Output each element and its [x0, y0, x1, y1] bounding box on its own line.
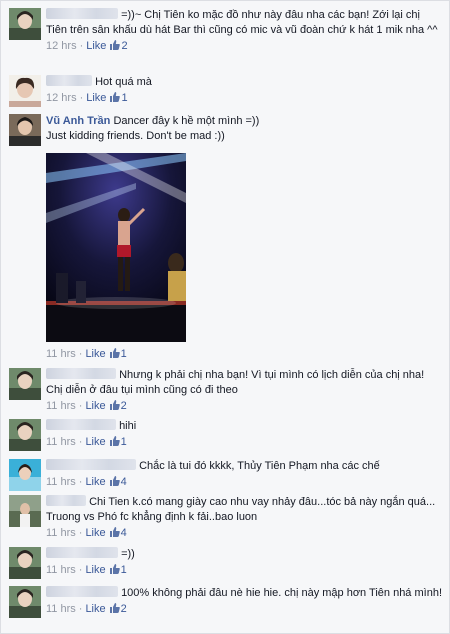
thumbs-up-icon	[109, 564, 120, 574]
avatar[interactable]	[9, 419, 41, 451]
avatar[interactable]	[9, 586, 41, 618]
comment-meta: 11 hrs · Like 1	[46, 564, 127, 576]
timestamp[interactable]: 11 hrs	[46, 527, 76, 539]
like-button[interactable]: Like	[85, 476, 105, 488]
thumbs-up-icon	[110, 40, 121, 50]
commenter-name[interactable]	[46, 75, 92, 86]
like-count[interactable]: 1	[121, 564, 127, 576]
timestamp[interactable]: 12 hrs	[46, 92, 77, 104]
like-button[interactable]: Like	[86, 92, 106, 104]
comment-meta: 12 hrs · Like 2	[46, 40, 128, 52]
thumbs-up-icon	[109, 527, 120, 537]
thumbs-up-icon	[109, 436, 120, 446]
attached-photo[interactable]	[46, 153, 186, 342]
avatar[interactable]	[9, 75, 41, 107]
like-button[interactable]: Like	[85, 348, 105, 360]
commenter-name[interactable]: Vũ Anh Trần	[46, 115, 110, 127]
commenter-name[interactable]	[46, 586, 118, 597]
like-count[interactable]: 4	[121, 527, 127, 539]
comment-text-line2: Just kidding friends. Don't be mad :))	[46, 130, 225, 142]
like-count[interactable]: 1	[121, 348, 127, 360]
avatar[interactable]	[9, 495, 41, 527]
thumbs-up-icon	[109, 348, 120, 358]
comment-text: 100% không phải đâu nè hie hie. chị này …	[121, 587, 442, 599]
like-count[interactable]: 2	[121, 40, 127, 52]
commenter-name[interactable]	[46, 419, 116, 430]
avatar[interactable]	[9, 114, 41, 146]
comment-text: Chi Tien k.có mang giày cao nhu vay nhảy…	[46, 496, 436, 523]
like-button[interactable]: Like	[85, 527, 105, 539]
avatar[interactable]	[9, 368, 41, 400]
timestamp[interactable]: 11 hrs	[46, 436, 76, 448]
avatar[interactable]	[9, 8, 41, 40]
commenter-name[interactable]	[46, 8, 118, 19]
comment-text: Dancer đây k hề một mình =))	[113, 115, 260, 127]
timestamp[interactable]: 12 hrs	[46, 40, 77, 52]
comment-meta: 12 hrs · Like 1	[46, 92, 128, 104]
timestamp[interactable]: 11 hrs	[46, 476, 76, 488]
timestamp[interactable]: 11 hrs	[46, 400, 76, 412]
commenter-name[interactable]	[46, 459, 136, 470]
like-button[interactable]: Like	[85, 400, 105, 412]
thumbs-up-icon	[109, 476, 120, 486]
commenter-name[interactable]	[46, 547, 118, 558]
avatar[interactable]	[9, 459, 41, 491]
like-button[interactable]: Like	[85, 564, 105, 576]
comment: Vũ Anh Trần Dancer đây k hề một mình =))…	[9, 114, 443, 364]
comment-text: hihi	[119, 420, 137, 432]
comment-meta: 11 hrs · Like 2	[46, 400, 127, 412]
commenter-name[interactable]	[46, 495, 86, 506]
like-count[interactable]: 1	[121, 92, 127, 104]
like-button[interactable]: Like	[86, 40, 106, 52]
like-button[interactable]: Like	[85, 603, 105, 615]
comment-text: Chắc là tui đó kkkk, Thủy Tiên Phạm nha …	[139, 460, 380, 472]
comment-meta: 11 hrs · Like 2	[46, 603, 127, 615]
like-count[interactable]: 2	[121, 603, 127, 615]
comment-meta: 11 hrs · Like 4	[46, 476, 127, 488]
comment-meta: 11 hrs · Like 4	[46, 527, 127, 539]
thumbs-up-icon	[110, 92, 121, 102]
like-count[interactable]: 1	[121, 436, 127, 448]
commenter-name[interactable]	[46, 368, 116, 379]
timestamp[interactable]: 11 hrs	[46, 564, 76, 576]
thumbs-up-icon	[109, 603, 120, 613]
comment-meta: 11 hrs · Like 1	[46, 348, 127, 360]
avatar[interactable]	[9, 547, 41, 579]
like-button[interactable]: Like	[85, 436, 105, 448]
timestamp[interactable]: 11 hrs	[46, 603, 76, 615]
comment-meta: 11 hrs · Like 1	[46, 436, 127, 448]
comment-text: Hot quá mà	[95, 76, 152, 88]
thumbs-up-icon	[109, 400, 120, 410]
timestamp[interactable]: 11 hrs	[46, 348, 76, 360]
like-count[interactable]: 2	[121, 400, 127, 412]
comment-text: =))	[121, 548, 135, 560]
comment-thread: =))~ Chị Tiên ko mặc đồ như này đâu nha …	[0, 0, 450, 634]
like-count[interactable]: 4	[121, 476, 127, 488]
